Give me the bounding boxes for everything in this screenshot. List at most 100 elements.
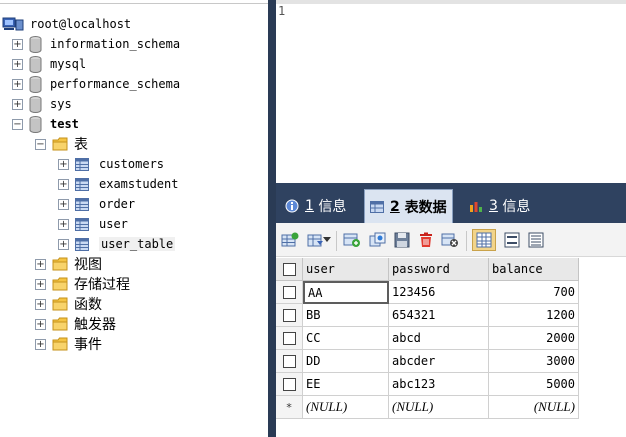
checkbox[interactable] [282, 308, 296, 322]
save-button[interactable] [392, 230, 412, 250]
expand-icon[interactable]: + [58, 158, 69, 170]
tree-table-user[interactable]: + user [58, 214, 128, 234]
grid-cell[interactable]: EE [303, 373, 389, 396]
tree-db-test[interactable]: − test [12, 114, 79, 134]
form-view-button[interactable] [502, 230, 522, 250]
row-checkbox-cell[interactable] [276, 281, 303, 304]
tree-folder-events[interactable]: + 事件 [35, 334, 102, 354]
expand-icon[interactable]: + [35, 258, 46, 270]
table-label: examstudent [99, 177, 179, 191]
expand-icon[interactable]: + [58, 238, 69, 250]
tree-connection[interactable]: root@localhost [2, 14, 131, 34]
query-editor[interactable]: 1 [276, 0, 626, 183]
expand-icon[interactable]: + [35, 298, 46, 310]
null-cell[interactable]: (NULL) [303, 396, 389, 419]
expand-icon[interactable]: + [12, 78, 23, 90]
export-grid-button[interactable] [280, 230, 300, 250]
checkbox[interactable] [282, 262, 296, 276]
tree-db-mysql[interactable]: + mysql [12, 54, 86, 74]
grid-cell[interactable]: 654321 [389, 304, 489, 327]
table-row[interactable]: AA 123456 700 [276, 281, 579, 304]
row-checkbox-cell[interactable] [276, 327, 303, 350]
row-checkbox-cell[interactable] [276, 350, 303, 373]
grid-cell[interactable]: 3000 [489, 350, 579, 373]
grid-cell[interactable]: AA [303, 281, 389, 304]
tree-folder-tables[interactable]: − 表 [35, 134, 88, 154]
table-row[interactable]: BB 654321 1200 [276, 304, 579, 327]
grid-cell[interactable]: abc123 [389, 373, 489, 396]
expand-icon[interactable]: + [12, 58, 23, 70]
new-row-marker-cell: * [276, 396, 303, 419]
text-view-button[interactable] [526, 230, 546, 250]
cancel-changes-button[interactable] [440, 230, 460, 250]
collapse-icon[interactable]: − [35, 138, 46, 150]
grid-cell[interactable]: 123456 [389, 281, 489, 304]
grid-cell[interactable]: 700 [489, 281, 579, 304]
tree-db-performance-schema[interactable]: + performance_schema [12, 74, 180, 94]
grid-cell[interactable]: abcder [389, 350, 489, 373]
expand-icon[interactable]: + [35, 338, 46, 350]
server-icon [2, 17, 24, 31]
collapse-icon[interactable]: − [12, 118, 23, 130]
tree-table-order[interactable]: + order [58, 194, 135, 214]
expand-icon[interactable]: + [58, 178, 69, 190]
null-cell[interactable]: (NULL) [389, 396, 489, 419]
database-icon [29, 35, 42, 53]
row-checkbox-cell[interactable] [276, 373, 303, 396]
grid-cell[interactable]: 5000 [489, 373, 579, 396]
grid-cell[interactable]: 1200 [489, 304, 579, 327]
tree-folder-functions[interactable]: + 函数 [35, 294, 102, 314]
checkbox[interactable] [282, 377, 296, 391]
result-tab-bar: 1 信息 2 表数据 3 信息 [276, 183, 626, 223]
tree-folder-procedures[interactable]: + 存储过程 [35, 274, 130, 294]
export-grid-icon [281, 232, 299, 247]
select-all-checkbox-cell[interactable] [276, 258, 303, 281]
tree-db-information-schema[interactable]: + information_schema [12, 34, 180, 54]
grid-view-icon [476, 232, 492, 248]
delete-row-button[interactable] [416, 230, 436, 250]
tree-table-examstudent[interactable]: + examstudent [58, 174, 178, 194]
new-row[interactable]: * (NULL) (NULL) (NULL) [276, 396, 579, 419]
tab-messages-3[interactable]: 3 信息 [464, 189, 535, 223]
duplicate-row-button[interactable] [368, 230, 388, 250]
tree-folder-triggers[interactable]: + 触发器 [35, 314, 116, 334]
panel-splitter[interactable] [268, 0, 276, 437]
insert-row-icon [343, 233, 360, 247]
checkbox[interactable] [282, 285, 296, 299]
grid-cell[interactable]: CC [303, 327, 389, 350]
grid-cell[interactable]: abcd [389, 327, 489, 350]
expand-icon[interactable]: + [12, 98, 23, 110]
toolbar-separator [466, 231, 467, 251]
grid-cell[interactable]: 2000 [489, 327, 579, 350]
column-header[interactable]: password [389, 258, 489, 281]
insert-row-button[interactable] [342, 230, 362, 250]
grid-view-button[interactable] [472, 229, 496, 251]
expand-icon[interactable]: + [58, 218, 69, 230]
tree-table-user-table[interactable]: + user_table [58, 234, 176, 254]
expand-icon[interactable]: + [58, 198, 69, 210]
grid-cell[interactable]: DD [303, 350, 389, 373]
expand-icon[interactable]: + [12, 38, 23, 50]
row-checkbox-cell[interactable] [276, 304, 303, 327]
object-browser: root@localhost + information_schema + my… [0, 0, 268, 437]
tree-folder-views[interactable]: + 视图 [35, 254, 102, 274]
expand-icon[interactable]: + [35, 318, 46, 330]
expand-icon[interactable]: + [35, 278, 46, 290]
tree-db-sys[interactable]: + sys [12, 94, 72, 114]
column-header[interactable]: user [303, 258, 389, 281]
grid-cell[interactable]: BB [303, 304, 389, 327]
tab-messages-1[interactable]: 1 信息 [280, 189, 351, 223]
column-header[interactable]: balance [489, 258, 579, 281]
import-dropdown-button[interactable] [322, 230, 332, 250]
duplicate-row-icon [369, 232, 386, 247]
database-icon [29, 95, 42, 113]
checkbox[interactable] [282, 331, 296, 345]
table-row[interactable]: DD abcder 3000 [276, 350, 579, 373]
tree-table-customers[interactable]: + customers [58, 154, 164, 174]
table-row[interactable]: CC abcd 2000 [276, 327, 579, 350]
table-row[interactable]: EE abc123 5000 [276, 373, 579, 396]
editor-top-strip [276, 0, 626, 4]
tab-table-data[interactable]: 2 表数据 [364, 189, 453, 223]
checkbox[interactable] [282, 354, 296, 368]
null-cell[interactable]: (NULL) [489, 396, 579, 419]
